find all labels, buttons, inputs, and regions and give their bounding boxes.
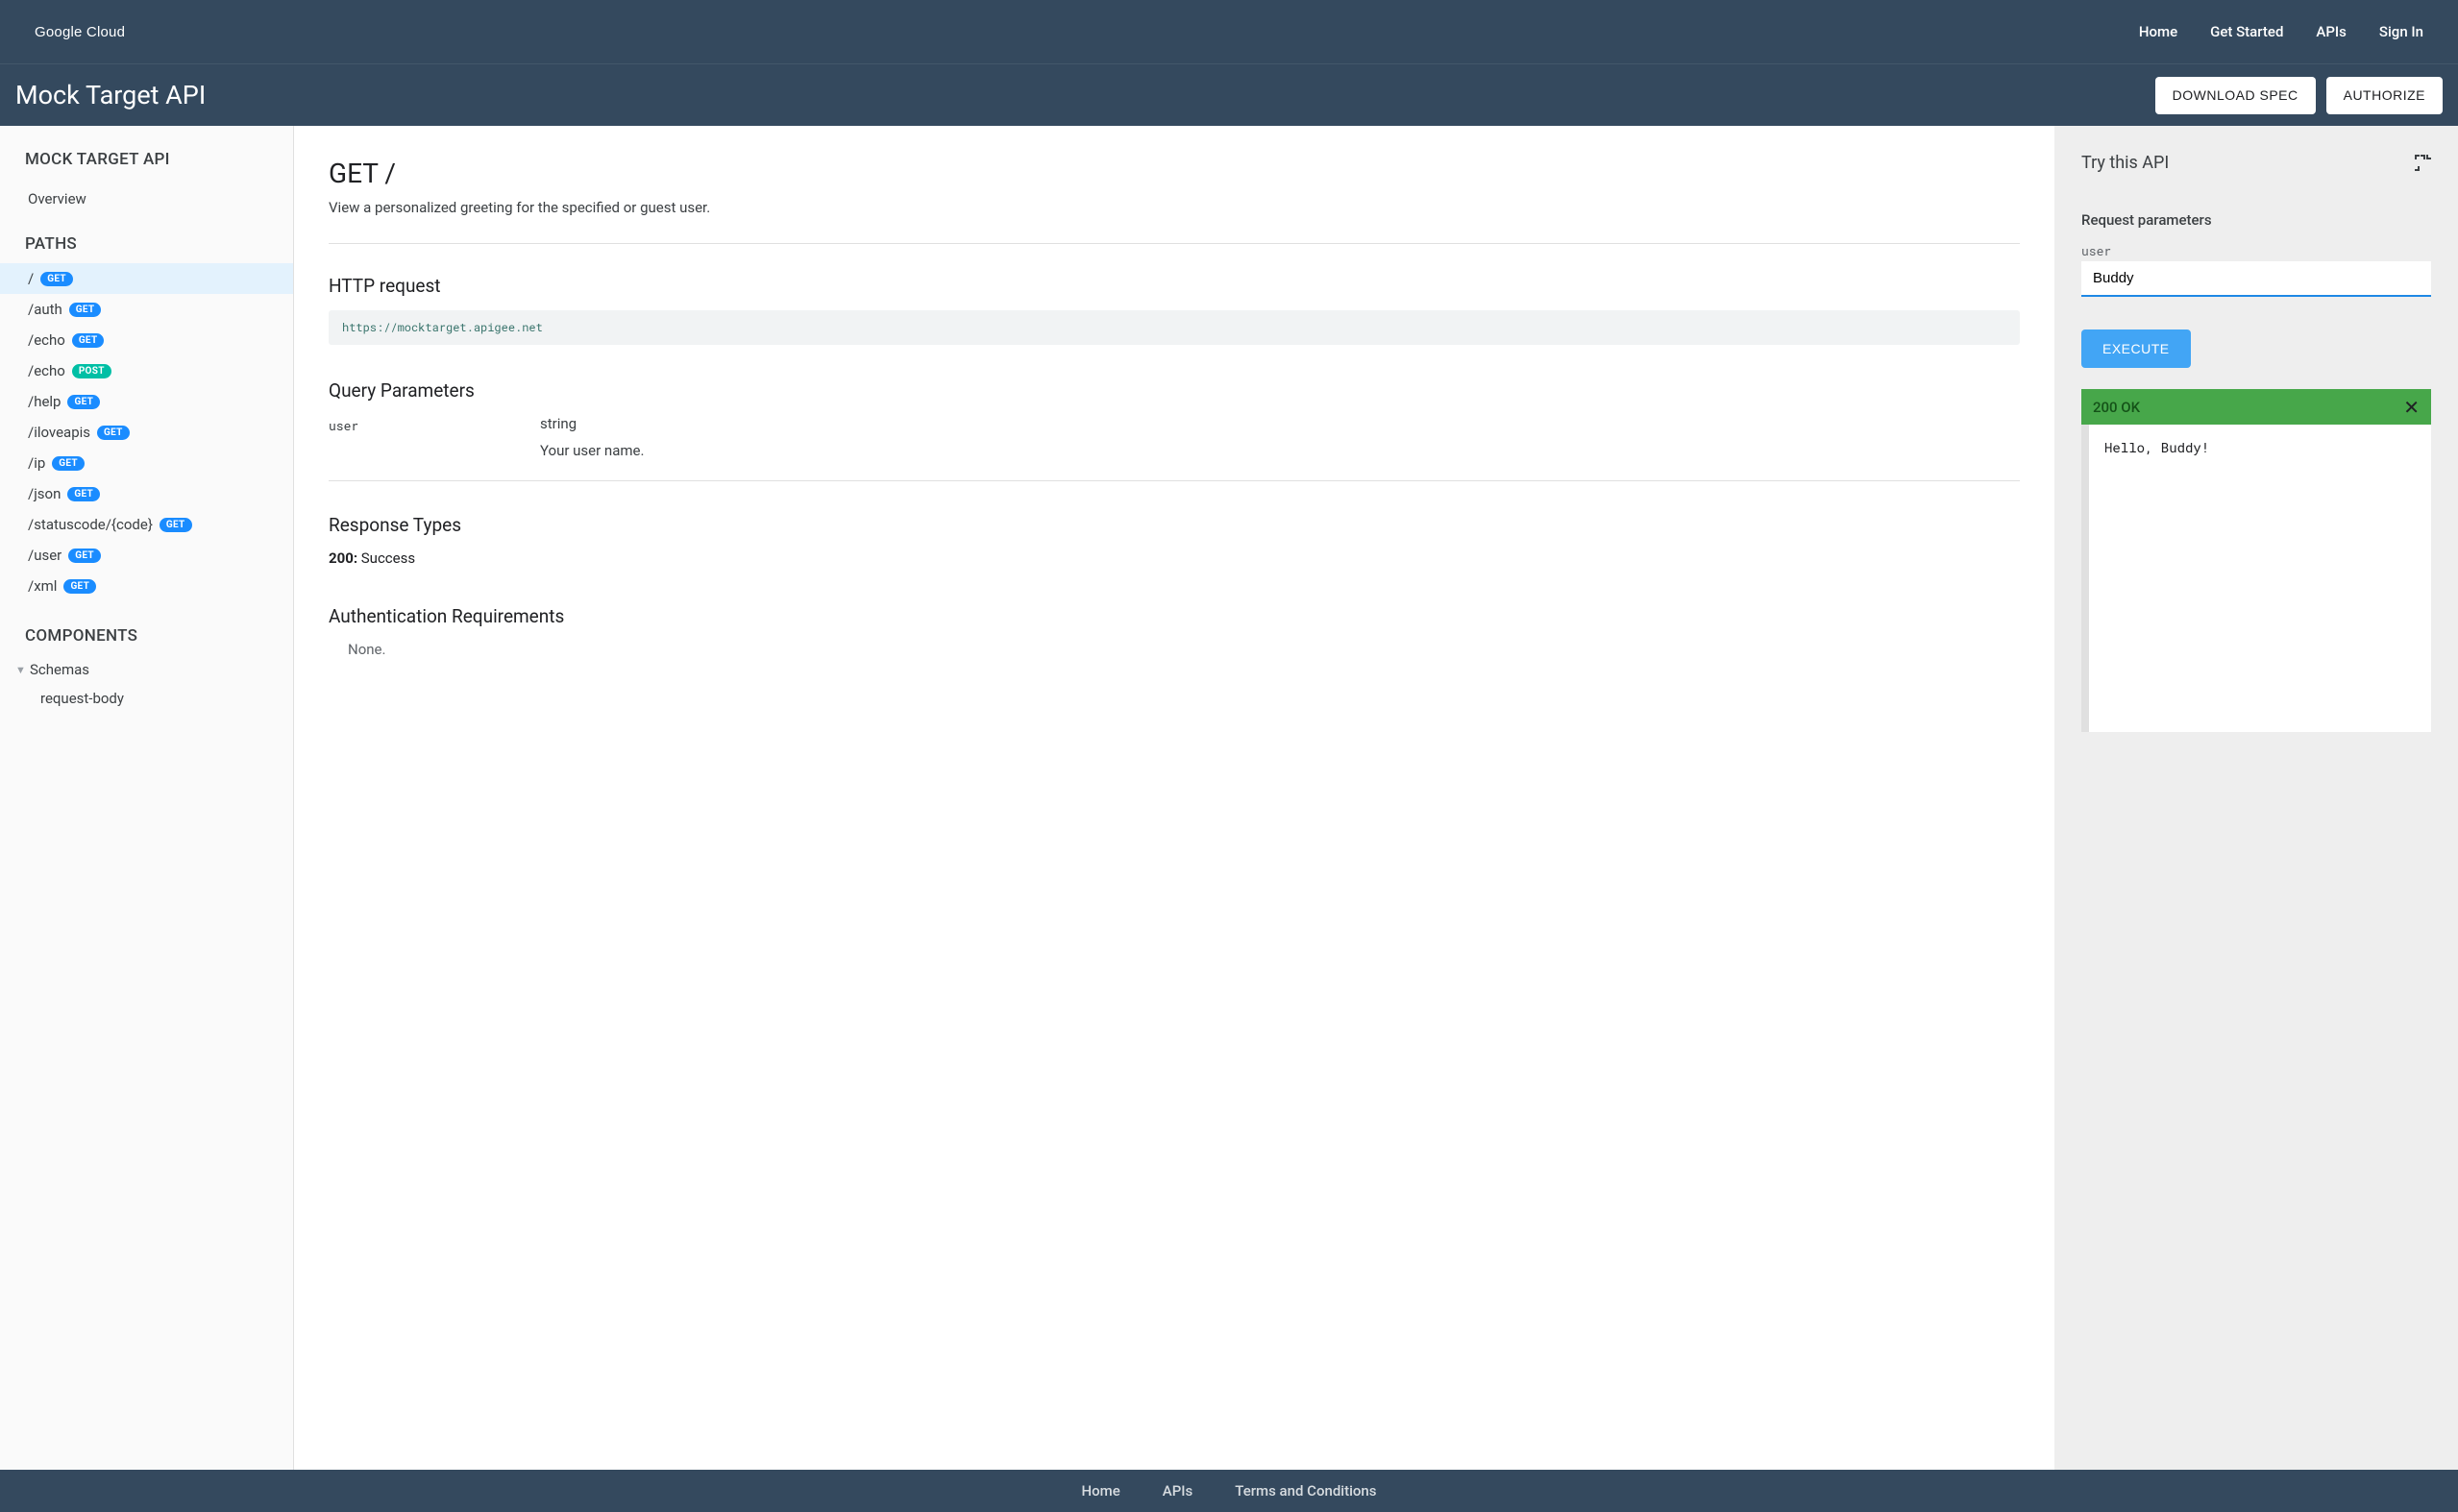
nav-sign-in[interactable]: Sign In — [2379, 23, 2423, 40]
request-params-heading: Request parameters — [2081, 211, 2431, 229]
nav-apis[interactable]: APIs — [2316, 23, 2347, 40]
endpoint-description: View a personalized greeting for the spe… — [329, 199, 2020, 244]
footer-terms[interactable]: Terms and Conditions — [1235, 1482, 1376, 1500]
path-label: /ip — [28, 454, 45, 472]
sidebar-schemas-toggle[interactable]: ▼ Schemas — [0, 655, 293, 684]
sidebar-api-title: MOCK TARGET API — [0, 150, 293, 183]
close-icon[interactable]: ✕ — [2403, 398, 2420, 417]
schemas-label: Schemas — [30, 661, 89, 678]
http-url-box: https://mocktarget.apigee.net — [329, 310, 2020, 345]
method-pill: GET — [68, 549, 101, 563]
auth-body: None. — [329, 641, 2020, 658]
response-text: Success — [357, 549, 415, 567]
qp-type: string — [540, 415, 644, 432]
path-label: / — [28, 270, 34, 287]
sidebar-path-item[interactable]: /echo POST — [0, 355, 293, 386]
page-title: Mock Target API — [15, 80, 206, 110]
sidebar-path-item[interactable]: /json GET — [0, 478, 293, 509]
subheader-actions: DOWNLOAD SPEC AUTHORIZE — [2155, 77, 2443, 114]
path-label: /iloveapis — [28, 424, 90, 441]
nav-home[interactable]: Home — [2139, 23, 2177, 40]
sidebar: MOCK TARGET API Overview PATHS / GET/auth… — [0, 126, 294, 1470]
download-spec-button[interactable]: DOWNLOAD SPEC — [2155, 77, 2316, 114]
top-bar: Google Cloud Home Get Started APIs Sign … — [0, 0, 2458, 63]
nav-get-started[interactable]: Get Started — [2210, 23, 2283, 40]
query-params-table: user string Your user name. — [329, 415, 2020, 481]
footer-home[interactable]: Home — [1081, 1482, 1119, 1500]
auth-req-heading: Authentication Requirements — [329, 605, 2020, 627]
top-nav: Home Get Started APIs Sign In — [2139, 23, 2423, 40]
svg-text:Google Cloud: Google Cloud — [35, 24, 125, 40]
response-body: Hello, Buddy! — [2081, 425, 2431, 732]
sidebar-path-item[interactable]: /xml GET — [0, 571, 293, 601]
footer: Home APIs Terms and Conditions — [0, 1470, 2458, 1512]
sub-header: Mock Target API DOWNLOAD SPEC AUTHORIZE — [0, 63, 2458, 126]
sidebar-path-item[interactable]: /iloveapis GET — [0, 417, 293, 448]
path-label: /help — [28, 393, 61, 410]
path-label: /auth — [28, 301, 62, 318]
user-input[interactable] — [2081, 261, 2431, 297]
method-pill: GET — [52, 456, 85, 471]
sidebar-path-item[interactable]: /help GET — [0, 386, 293, 417]
authorize-button[interactable]: AUTHORIZE — [2326, 77, 2443, 114]
method-pill: GET — [40, 272, 73, 286]
path-label: /user — [28, 547, 61, 564]
main-content: GET / View a personalized greeting for t… — [294, 126, 2054, 1470]
response-code: 200: — [329, 549, 357, 567]
logo[interactable]: Google Cloud — [35, 23, 140, 40]
sidebar-paths-list: / GET/auth GET/echo GET/echo POST/help GET/il… — [0, 263, 293, 607]
path-label: /echo — [28, 362, 65, 379]
sidebar-paths-heading: PATHS — [0, 215, 293, 263]
path-label: /json — [28, 485, 61, 502]
sidebar-components-heading: COMPONENTS — [0, 607, 293, 655]
sidebar-path-item[interactable]: /statuscode/{code} GET — [0, 509, 293, 540]
qp-desc: Your user name. — [540, 442, 644, 459]
footer-apis[interactable]: APIs — [1163, 1482, 1193, 1500]
path-label: /echo — [28, 331, 65, 349]
google-cloud-logo-icon: Google Cloud — [35, 23, 140, 40]
endpoint-title: GET / — [329, 158, 2020, 189]
chevron-down-icon: ▼ — [15, 664, 24, 676]
try-panel: Try this API Request parameters user EXE… — [2054, 126, 2458, 1470]
response-types-heading: Response Types — [329, 514, 2020, 536]
sidebar-path-item[interactable]: /ip GET — [0, 448, 293, 478]
sidebar-path-item[interactable]: /auth GET — [0, 294, 293, 325]
execute-button[interactable]: EXECUTE — [2081, 329, 2191, 368]
sidebar-path-item[interactable]: /echo GET — [0, 325, 293, 355]
path-label: /xml — [28, 577, 57, 595]
response-status-bar: 200 OK ✕ — [2081, 389, 2431, 425]
response-status-text: 200 OK — [2093, 399, 2140, 416]
expand-icon[interactable] — [2415, 155, 2431, 171]
sidebar-path-item[interactable]: / GET — [0, 263, 293, 294]
qp-name: user — [329, 415, 482, 459]
path-label: /statuscode/{code} — [28, 516, 153, 533]
sidebar-path-item[interactable]: /user GET — [0, 540, 293, 571]
response-type-line: 200: Success — [329, 549, 2020, 567]
sidebar-overview[interactable]: Overview — [0, 183, 293, 215]
method-pill: GET — [67, 395, 100, 409]
user-field-label: user — [2081, 242, 2431, 259]
method-pill: GET — [160, 518, 192, 532]
method-pill: GET — [69, 303, 102, 317]
method-pill: POST — [72, 364, 111, 378]
method-pill: GET — [97, 426, 130, 440]
query-params-heading: Query Parameters — [329, 379, 2020, 402]
sidebar-schema-item[interactable]: request-body — [0, 684, 293, 713]
try-title: Try this API — [2081, 153, 2169, 173]
method-pill: GET — [72, 333, 105, 348]
http-request-heading: HTTP request — [329, 275, 2020, 297]
method-pill: GET — [63, 579, 96, 594]
method-pill: GET — [67, 487, 100, 501]
